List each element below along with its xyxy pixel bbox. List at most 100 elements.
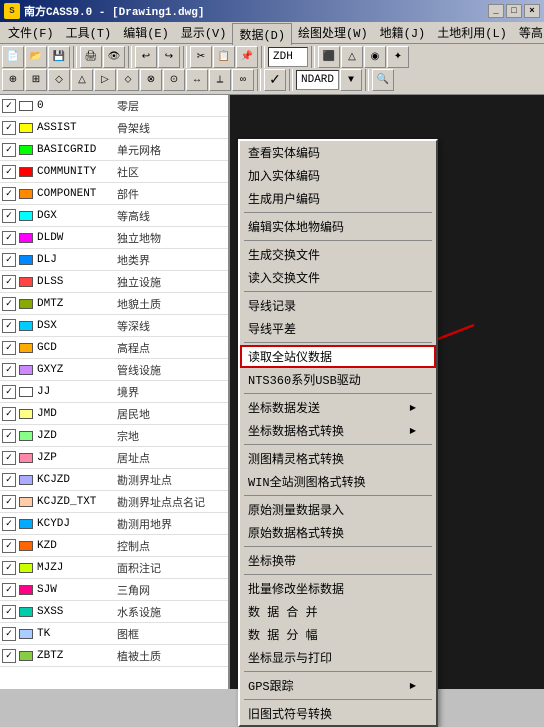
data-menu-item[interactable]: 导线记录 — [240, 294, 436, 317]
layer-checkbox[interactable]: ✓ — [2, 517, 16, 531]
layer-checkbox[interactable]: ✓ — [2, 209, 16, 223]
layer-row[interactable]: ✓TK图框 — [0, 623, 228, 645]
tb-preview[interactable]: 👁 — [103, 46, 125, 68]
layer-row[interactable]: ✓JZP居址点 — [0, 447, 228, 469]
layer-checkbox[interactable]: ✓ — [2, 253, 16, 267]
layer-checkbox[interactable]: ✓ — [2, 495, 16, 509]
layer-checkbox[interactable]: ✓ — [2, 539, 16, 553]
menu-view[interactable]: 显示(V) — [175, 22, 233, 43]
layer-row[interactable]: ✓ASSIST骨架线 — [0, 117, 228, 139]
tb-btn4[interactable]: ✦ — [387, 46, 409, 68]
data-menu-item[interactable]: 生成用户编码 — [240, 187, 436, 210]
tb-btn3[interactable]: ◉ — [364, 46, 386, 68]
tb-save[interactable]: 💾 — [48, 46, 70, 68]
layer-checkbox[interactable]: ✓ — [2, 363, 16, 377]
layer-checkbox[interactable]: ✓ — [2, 143, 16, 157]
layer-checkbox[interactable]: ✓ — [2, 429, 16, 443]
data-menu-item[interactable]: 编辑实体地物编码 — [240, 215, 436, 238]
data-menu-item[interactable]: 坐标数据格式转换▶ — [240, 419, 436, 442]
layer-checkbox[interactable]: ✓ — [2, 561, 16, 575]
data-menu-item[interactable]: 读取全站仪数据 — [240, 345, 436, 368]
layer-checkbox[interactable]: ✓ — [2, 649, 16, 663]
tb-zoom-in[interactable]: 🔍 — [372, 69, 394, 91]
layer-row[interactable]: ✓GXYZ管线设施 — [0, 359, 228, 381]
tb-btn2[interactable]: △ — [341, 46, 363, 68]
tb-print[interactable]: 🖨 — [80, 46, 102, 68]
layer-checkbox[interactable]: ✓ — [2, 275, 16, 289]
menu-tools[interactable]: 工具(T) — [60, 22, 118, 43]
layer-checkbox[interactable]: ✓ — [2, 385, 16, 399]
layer-checkbox[interactable]: ✓ — [2, 319, 16, 333]
layer-row[interactable]: ✓BASICGRID单元网格 — [0, 139, 228, 161]
layer-checkbox[interactable]: ✓ — [2, 231, 16, 245]
data-menu-item[interactable]: NTS360系列USB驱动 — [240, 368, 436, 391]
layer-checkbox[interactable]: ✓ — [2, 187, 16, 201]
menu-drawing[interactable]: 绘图处理(W) — [292, 22, 374, 43]
layer-row[interactable]: ✓SJW三角网 — [0, 579, 228, 601]
layer-row[interactable]: ✓JMD居民地 — [0, 403, 228, 425]
layer-checkbox[interactable]: ✓ — [2, 583, 16, 597]
tb-open[interactable]: 📂 — [25, 46, 47, 68]
tb-snap2[interactable]: ⊞ — [25, 69, 47, 91]
tb-snap10[interactable]: ⟂ — [209, 69, 231, 91]
tb-snap3[interactable]: ◇ — [48, 69, 70, 91]
data-menu-item[interactable]: 导线平差 — [240, 317, 436, 340]
layer-panel[interactable]: ✓0零层✓ASSIST骨架线✓BASICGRID单元网格✓COMMUNITY社区… — [0, 95, 230, 689]
data-menu-item[interactable]: 坐标数据发送▶ — [240, 396, 436, 419]
layer-row[interactable]: ✓DLSS独立设施 — [0, 271, 228, 293]
layer-checkbox[interactable]: ✓ — [2, 165, 16, 179]
tb-btn1[interactable]: ⬛ — [318, 46, 340, 68]
maximize-button[interactable]: □ — [506, 4, 522, 18]
layer-row[interactable]: ✓MJZJ面积注记 — [0, 557, 228, 579]
data-menu-item[interactable]: 测图精灵格式转换 — [240, 447, 436, 470]
layer-checkbox[interactable]: ✓ — [2, 473, 16, 487]
layer-row[interactable]: ✓JJ境界 — [0, 381, 228, 403]
layer-row[interactable]: ✓DLJ地类界 — [0, 249, 228, 271]
minimize-button[interactable]: _ — [488, 4, 504, 18]
tb-copy[interactable]: 📋 — [213, 46, 235, 68]
layer-row[interactable]: ✓ZBTZ植被土质 — [0, 645, 228, 667]
layer-checkbox[interactable]: ✓ — [2, 451, 16, 465]
layer-checkbox[interactable]: ✓ — [2, 297, 16, 311]
layer-row[interactable]: ✓DMTZ地貌土质 — [0, 293, 228, 315]
layer-row[interactable]: ✓GCD高程点 — [0, 337, 228, 359]
tb-snap8[interactable]: ⊙ — [163, 69, 185, 91]
close-button[interactable]: × — [524, 4, 540, 18]
menu-cadastre[interactable]: 地籍(J) — [374, 22, 432, 43]
tb-snap5[interactable]: ▷ — [94, 69, 116, 91]
layer-row[interactable]: ✓COMMUNITY社区 — [0, 161, 228, 183]
data-dropdown-menu[interactable]: 查看实体编码加入实体编码生成用户编码编辑实体地物编码生成交换文件读入交换文件导线… — [238, 139, 438, 727]
data-menu-item[interactable]: 坐标换带 — [240, 549, 436, 572]
layer-checkbox[interactable]: ✓ — [2, 627, 16, 641]
tb-dropdown[interactable]: ▼ — [340, 69, 362, 91]
data-menu-item[interactable]: 查看实体编码 — [240, 141, 436, 164]
tb-snap4[interactable]: △ — [71, 69, 93, 91]
tb-new[interactable]: 📄 — [2, 46, 24, 68]
tb-undo[interactable]: ↩ — [135, 46, 157, 68]
tb-redo[interactable]: ↪ — [158, 46, 180, 68]
menu-contour[interactable]: 等高 — [513, 22, 544, 43]
layer-row[interactable]: ✓KCJZD勘测界址点 — [0, 469, 228, 491]
menu-file[interactable]: 文件(F) — [2, 22, 60, 43]
tb-snap7[interactable]: ⊗ — [140, 69, 162, 91]
tb-snap11[interactable]: ∞ — [232, 69, 254, 91]
data-menu-item[interactable]: 数 据 分 幅 — [240, 623, 436, 646]
layer-row[interactable]: ✓DLDW独立地物 — [0, 227, 228, 249]
data-menu-item[interactable]: 原始数据格式转换 — [240, 521, 436, 544]
data-menu-item[interactable]: 坐标显示与打印 — [240, 646, 436, 669]
layer-checkbox[interactable]: ✓ — [2, 605, 16, 619]
layer-row[interactable]: ✓COMPONENT部件 — [0, 183, 228, 205]
layer-checkbox[interactable]: ✓ — [2, 99, 16, 113]
data-menu-item[interactable]: WIN全站测图格式转换 — [240, 470, 436, 493]
data-menu-item[interactable]: 批量修改坐标数据 — [240, 577, 436, 600]
tb-paste[interactable]: 📌 — [236, 46, 258, 68]
layer-row[interactable]: ✓SXSS水系设施 — [0, 601, 228, 623]
layer-row[interactable]: ✓KZD控制点 — [0, 535, 228, 557]
data-menu-item[interactable]: 原始测量数据录入 — [240, 498, 436, 521]
tb-cut[interactable]: ✂ — [190, 46, 212, 68]
tb-snap6[interactable]: ⬦ — [117, 69, 139, 91]
menu-edit[interactable]: 编辑(E) — [117, 22, 175, 43]
data-menu-item[interactable]: 旧图式符号转换 — [240, 702, 436, 725]
layer-row[interactable]: ✓KCYDJ勘测用地界 — [0, 513, 228, 535]
tb-snap9[interactable]: ↔ — [186, 69, 208, 91]
